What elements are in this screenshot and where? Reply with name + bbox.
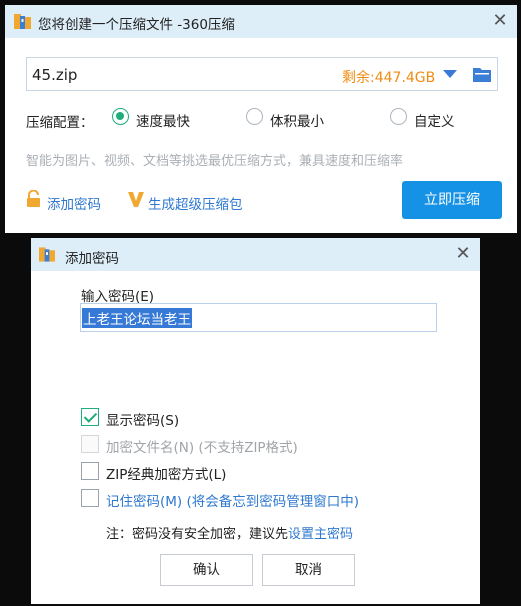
compress-now-button[interactable]: 立即压缩 [402, 181, 502, 219]
add-password-link[interactable]: 添加密码 [47, 193, 101, 213]
radio-fastest-label[interactable]: 速度最快 [136, 110, 190, 130]
close-icon[interactable]: ✕ [491, 12, 509, 30]
output-path-field[interactable]: 45.zip 剩余:447.4GB [26, 57, 498, 91]
radio-smallest-label[interactable]: 体积最小 [270, 110, 324, 130]
password-value[interactable]: 上老王论坛当老王 [82, 308, 192, 328]
zip-classic-checkbox[interactable] [81, 462, 99, 480]
add-password-dialog: 添加密码 ✕ 输入密码(E) 上老王论坛当老王 显示密码(S) 加密文件名(N)… [31, 238, 480, 604]
remember-password-label[interactable]: 记住密码(M) (将会备忘到密码管理窗口中) [106, 490, 359, 510]
v-icon [128, 192, 144, 207]
cancel-button[interactable]: 取消 [262, 554, 355, 586]
show-password-checkbox[interactable] [81, 408, 99, 426]
ok-button[interactable]: 确认 [160, 554, 253, 586]
title-bar: 您将创建一个压缩文件 -360压缩 ✕ [5, 5, 517, 38]
folder-icon[interactable] [473, 66, 491, 82]
dialog-title-bar: 添加密码 ✕ [31, 238, 480, 271]
remember-password-checkbox[interactable] [81, 489, 99, 507]
window-title: 您将创建一个压缩文件 -360压缩 [38, 17, 235, 33]
radio-smallest[interactable] [246, 108, 263, 125]
free-space-label: 剩余:447.4GB [342, 70, 436, 86]
set-master-password-link[interactable]: 设置主密码 [288, 527, 353, 542]
radio-fastest[interactable] [112, 108, 129, 125]
app-icon [14, 14, 31, 29]
close-icon[interactable]: ✕ [454, 245, 472, 263]
filename-value[interactable]: 45.zip [32, 66, 77, 84]
super-pack-link[interactable]: 生成超级压缩包 [148, 193, 243, 213]
password-input-label: 输入密码(E) [81, 289, 155, 305]
dropdown-icon[interactable] [443, 70, 457, 78]
note-text: 注：密码没有安全加密，建议先 [106, 527, 289, 542]
encrypt-filename-label[interactable]: 加密文件名(N) (不支持ZIP格式) [106, 436, 298, 456]
compress-window: 您将创建一个压缩文件 -360压缩 ✕ 45.zip 剩余:447.4GB 压缩… [5, 5, 517, 233]
lock-icon [27, 190, 40, 207]
radio-custom[interactable] [390, 108, 407, 125]
config-label: 压缩配置： [26, 115, 94, 131]
encrypt-filename-checkbox[interactable] [81, 435, 99, 453]
zip-classic-label[interactable]: ZIP经典加密方式(L) [106, 463, 226, 483]
app-icon [39, 247, 55, 262]
password-input[interactable]: 上老王论坛当老王 [80, 303, 437, 332]
radio-custom-label[interactable]: 自定义 [414, 110, 455, 130]
compression-hint: 智能为图片、视频、文档等挑选最优压缩方式，兼具速度和压缩率 [26, 154, 404, 169]
dialog-title: 添加密码 [65, 251, 119, 267]
security-note: 注：密码没有安全加密，建议先设置主密码 [106, 523, 353, 542]
show-password-label[interactable]: 显示密码(S) [106, 409, 179, 429]
